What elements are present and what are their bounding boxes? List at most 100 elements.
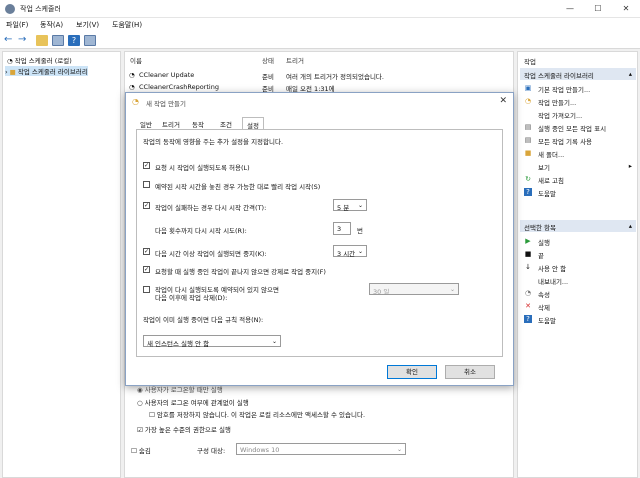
forward-arrow-icon[interactable]: → — [18, 35, 30, 46]
task-icon: ◔ — [132, 97, 139, 106]
show-hide-tree-icon[interactable] — [52, 35, 64, 46]
allow-on-demand-label: 요청 시 작업이 실행되도록 허용(L) — [155, 164, 250, 172]
selected-item-label: 선택한 항목 — [524, 224, 556, 232]
action-properties-label: 속성 — [538, 291, 550, 299]
create-task-dialog: ◔ 새 작업 만들기 ✕ 일반 트리거 동작 조건 설정 작업의 동작에 영향을… — [125, 92, 514, 386]
action-import-task-label: 작업 가져오기... — [538, 112, 583, 120]
config-select[interactable]: Windows 10 ⌄ — [236, 443, 406, 455]
restart-interval-select[interactable]: 5 분 ⌄ — [333, 199, 367, 212]
highest-privileges-label: 가장 높은 수준의 권한으로 실행 — [144, 426, 231, 434]
highest-privileges-checkbox[interactable]: ☑ 가장 높은 수준의 권한으로 실행 — [137, 424, 231, 434]
folder-up-icon[interactable] — [36, 35, 48, 46]
maximize-button[interactable]: ☐ — [584, 0, 612, 18]
collapse-icon[interactable]: ▴ — [629, 70, 632, 78]
menu-action[interactable]: 동작(A) — [40, 20, 63, 30]
action-view[interactable]: 보기 ▸ — [524, 160, 636, 172]
dialog-close-button[interactable]: ✕ — [499, 96, 507, 106]
force-stop-label: 요청할 때 실행 중인 작업이 끝나지 않으면 강제로 작업 중지(F) — [155, 268, 326, 276]
chevron-down-icon: ⌄ — [357, 202, 363, 209]
allow-on-demand-checkbox[interactable]: ✓ — [143, 162, 150, 169]
table-row[interactable]: ◔ CCleaner Update 준비 여러 개의 트리거가 정의되었습니다. — [129, 70, 509, 81]
close-button[interactable]: ✕ — [612, 0, 640, 18]
action-refresh[interactable]: ↻ 새로 고침 — [524, 173, 636, 185]
running-rule-select[interactable]: 새 인스턴스 실행 안 함 ⌄ — [143, 335, 281, 348]
refresh-icon: ↻ — [525, 175, 531, 183]
restart-on-fail-label: 작업이 실패하는 경우 다시 시작 간격(T): — [155, 204, 267, 212]
import-icon — [524, 110, 532, 118]
action-enable-history-label: 모든 작업 기록 사용 — [538, 138, 593, 146]
run-missed-checkbox[interactable] — [143, 181, 150, 188]
action-properties[interactable]: ◔ 속성 — [524, 287, 636, 299]
selected-item-header[interactable]: 선택한 항목 ▴ — [520, 220, 636, 232]
config-label: 구성 대상: — [197, 447, 226, 455]
action-create-task[interactable]: ◔ 작업 만들기... — [524, 95, 636, 107]
action-disable-label: 사용 안 함 — [538, 265, 567, 273]
stop-icon: ■ — [524, 250, 532, 258]
disable-icon: ↓ — [525, 263, 531, 271]
retry-count-label: 다음 횟수까지 다시 시작 시도(R): — [155, 227, 247, 235]
action-create-basic-task[interactable]: ▣ 기본 작업 만들기... — [524, 82, 636, 94]
action-help[interactable]: ? 도움말 — [524, 186, 636, 198]
radio-run-whether[interactable]: ○ 사용자의 로그온 여부에 관계없이 실행 — [137, 397, 249, 407]
chevron-down-icon: ⌄ — [449, 286, 455, 293]
action-help-selected[interactable]: ? 도움말 — [524, 313, 636, 325]
action-end-label: 끝 — [538, 252, 544, 260]
action-delete[interactable]: ✕ 삭제 — [524, 300, 636, 312]
properties-icon: ◔ — [524, 289, 532, 297]
retry-count-value: 3 — [337, 225, 342, 233]
history-icon: ▤ — [524, 136, 532, 144]
back-arrow-icon[interactable]: ← — [4, 35, 16, 46]
hidden-checkbox[interactable]: ☐ 숨김 — [131, 445, 151, 455]
action-run[interactable]: ▶ 실행 — [524, 235, 636, 247]
column-name[interactable]: 이름 — [130, 55, 142, 65]
execution-time-limit-value: 3 시간 — [337, 250, 356, 258]
library-section-label: 작업 스케줄러 라이브러리 — [524, 72, 594, 80]
new-folder-icon: ■ — [524, 149, 532, 157]
library-section-header[interactable]: 작업 스케줄러 라이브러리 ▴ — [520, 68, 636, 80]
delete-icon: ✕ — [525, 302, 531, 310]
action-pane-icon[interactable] — [84, 35, 96, 46]
tree-item-library-label: 작업 스케줄러 라이브러리 — [17, 68, 88, 76]
tree-item-library[interactable]: › ■ 작업 스케줄러 라이브러리 — [5, 66, 88, 76]
task-icon: ◔ — [129, 83, 135, 91]
execution-time-limit-select[interactable]: 3 시간 ⌄ — [333, 245, 367, 258]
delete-after-value: 30 일 — [373, 288, 390, 296]
action-enable-history[interactable]: ▤ 모든 작업 기록 사용 — [524, 134, 636, 146]
action-new-folder[interactable]: ■ 새 폴더... — [524, 147, 636, 159]
action-export[interactable]: 내보내기... — [524, 274, 636, 286]
run-missed-label: 예약된 시작 시간을 놓친 경우 가능한 대로 빨리 작업 시작(S) — [155, 183, 321, 191]
chevron-down-icon: ⌄ — [396, 446, 402, 453]
ok-button[interactable]: 확인 — [387, 365, 437, 379]
stop-if-runs-longer-checkbox[interactable]: ✓ — [143, 248, 150, 255]
radio-run-whether-label: 사용자의 로그온 여부에 관계없이 실행 — [144, 399, 249, 407]
menu-help[interactable]: 도움말(H) — [112, 20, 142, 30]
window-title: 작업 스케줄러 — [20, 5, 61, 13]
no-store-password-checkbox[interactable]: ☐ 암호를 저장하지 않습니다. 이 작업은 로컬 리소스에만 액세스할 수 있… — [149, 409, 365, 419]
menu-file[interactable]: 파일(F) — [6, 20, 28, 30]
retry-count-input[interactable]: 3 — [333, 222, 351, 235]
action-export-label: 내보내기... — [538, 278, 569, 286]
column-status[interactable]: 상태 — [262, 55, 274, 65]
action-show-running[interactable]: ▤ 실행 중인 모든 작업 표시 — [524, 121, 636, 133]
action-end[interactable]: ■ 끝 — [524, 248, 636, 260]
basic-task-icon: ▣ — [524, 84, 532, 92]
help-icon[interactable]: ? — [68, 35, 80, 46]
minimize-button[interactable]: — — [556, 0, 584, 18]
tree-item-local[interactable]: ◔ 작업 스케줄러 (로컬) — [7, 55, 72, 65]
force-stop-checkbox[interactable]: ✓ — [143, 266, 150, 273]
navigation-tree: ◔ 작업 스케줄러 (로컬) › ■ 작업 스케줄러 라이브러리 — [2, 51, 121, 478]
cancel-button[interactable]: 취소 — [445, 365, 495, 379]
delete-if-not-scheduled-checkbox[interactable] — [143, 286, 150, 293]
restart-on-fail-checkbox[interactable]: ✓ — [143, 202, 150, 209]
settings-panel: 작업의 동작에 영향을 주는 추가 설정을 지정합니다. ✓ 요청 시 작업이 … — [136, 129, 503, 357]
help-icon: ? — [524, 315, 532, 323]
column-trigger[interactable]: 트리거 — [286, 55, 304, 65]
tree-item-local-label: 작업 스케줄러 (로컬) — [14, 57, 72, 65]
collapse-icon[interactable]: ▴ — [629, 222, 632, 230]
menu-view[interactable]: 보기(V) — [76, 20, 99, 30]
action-disable[interactable]: ↓ 사용 안 함 — [524, 261, 636, 273]
action-import-task[interactable]: 작업 가져오기... — [524, 108, 636, 120]
delete-after-select[interactable]: 30 일 ⌄ — [369, 283, 459, 296]
running-rule-value: 새 인스턴스 실행 안 함 — [147, 340, 210, 348]
view-icon — [524, 162, 532, 170]
